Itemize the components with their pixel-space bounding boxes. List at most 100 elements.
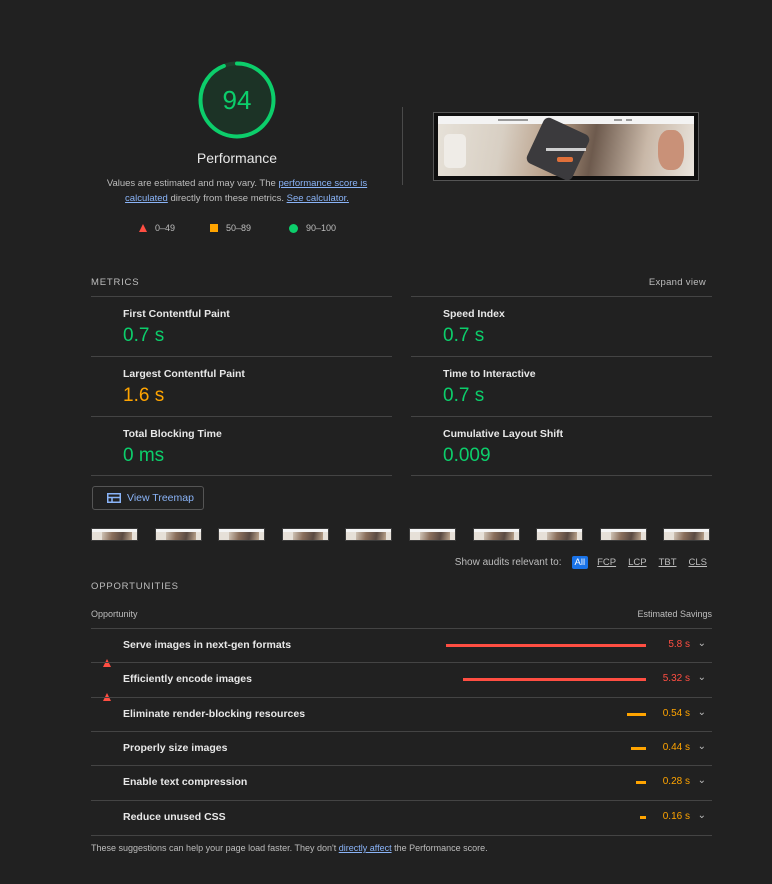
metric-speed-index: Speed Index 0.7 s [411, 296, 712, 356]
filter-chip-all[interactable]: All [571, 556, 589, 569]
performance-title: Performance [196, 150, 278, 166]
metric-largest-contentful-paint: Largest Contentful Paint 1.6 s [91, 356, 392, 416]
filter-chip-fcp[interactable]: FCP [594, 556, 619, 569]
legend-fail: 0–49 [139, 223, 175, 233]
savings-bar [627, 712, 646, 716]
chevron-down-icon[interactable]: ⌄ [698, 707, 706, 718]
filmstrip-frame [409, 528, 456, 541]
metric-cumulative-layout-shift: Cumulative Layout Shift 0.009 [411, 416, 712, 476]
opportunity-indicator [103, 676, 111, 702]
savings-bar [462, 678, 646, 682]
savings-bar [636, 781, 646, 785]
see-calculator-link[interactable]: See calculator. [287, 193, 349, 204]
vertical-divider [402, 107, 403, 185]
metric-value: 0 ms [123, 445, 165, 466]
opportunity-column-header: Opportunity [91, 609, 138, 619]
opportunity-reduce-unused-css[interactable]: Reduce unused CSS 0.16 s ⌄ [91, 799, 712, 836]
filter-chip-cls[interactable]: CLS [686, 556, 710, 569]
opportunity-title: Serve images in next-gen formats [123, 639, 292, 651]
filmstrip-frame [663, 528, 711, 541]
performance-description: Values are estimated and may vary. The p… [97, 176, 377, 206]
opportunity-title: Reduce unused CSS [123, 810, 226, 823]
metric-name: First Contentful Paint [123, 308, 230, 320]
savings-value: 0.28 s [662, 776, 690, 788]
chevron-down-icon[interactable]: ⌄ [698, 638, 706, 649]
filter-label: Show audits relevant to: [454, 557, 562, 568]
thumbnail-hero-image [438, 115, 694, 180]
performance-score: 94 [222, 85, 252, 115]
metric-name: Largest Contentful Paint [123, 368, 245, 380]
footer-note: These suggestions can help your page loa… [91, 843, 488, 853]
filter-chip-lcp[interactable]: LCP [625, 556, 649, 569]
savings-value: 5.8 s [668, 639, 690, 650]
savings-value: 0.44 s [662, 741, 690, 753]
metric-name: Time to Interactive [443, 368, 536, 380]
metric-value: 0.7 s [123, 325, 165, 346]
chevron-down-icon[interactable]: ⌄ [698, 741, 706, 752]
filmstrip-frame [345, 528, 393, 541]
savings-bar [640, 815, 646, 819]
opportunity-serve-images-in-next-gen-formats[interactable]: Serve images in next-gen formats 5.8 s ⌄ [91, 628, 712, 667]
desc-text: directly from these metrics. [167, 193, 287, 204]
metric-value: 0.009 [443, 445, 491, 466]
view-treemap-button[interactable]: View Treemap [92, 486, 204, 510]
metric-total-blocking-time: Total Blocking Time 0 ms [91, 416, 392, 476]
final-screenshot-thumbnail[interactable] [433, 112, 699, 181]
treemap-icon [107, 493, 121, 503]
filmstrip-frame [154, 528, 202, 541]
metric-value: 1.6 s [123, 385, 165, 406]
metric-first-contentful-paint: First Contentful Paint 0.7 s [91, 296, 392, 356]
audit-filter: Show audits relevant to: All FCP LCP TBT… [455, 556, 710, 569]
opportunity-efficiently-encode-images[interactable]: Efficiently encode images 5.32 s ⌄ [91, 662, 712, 702]
legend-range: 0–49 [155, 223, 176, 233]
metric-time-to-interactive: Time to Interactive 0.7 s [411, 356, 712, 416]
expand-view-toggle[interactable]: Expand view [649, 277, 706, 288]
opportunity-title: Enable text compression [123, 776, 248, 789]
desc-text: Values are estimated and may vary. The [106, 178, 279, 189]
metric-name: Total Blocking Time [123, 428, 222, 440]
filmstrip-frame [472, 528, 520, 541]
legend-range: 50–89 [226, 223, 252, 233]
footer-text: These suggestions can help your page loa… [91, 843, 339, 853]
average-square-icon [210, 224, 218, 232]
filmstrip-frame [281, 528, 329, 541]
filmstrip-frame [91, 528, 138, 541]
metric-value: 0.7 s [443, 385, 485, 406]
savings-value: 5.32 s [662, 673, 690, 685]
chevron-down-icon[interactable]: ⌄ [698, 672, 706, 683]
pass-circle-icon [289, 223, 298, 233]
filmstrip [91, 528, 712, 542]
metric-name: Cumulative Layout Shift [443, 428, 564, 440]
savings-value: 0.16 s [662, 810, 690, 822]
footer-text: the Performance score. [391, 843, 488, 853]
metrics-header: METRICS [91, 277, 140, 288]
thumbnail-header [438, 116, 694, 124]
savings-bar [630, 746, 646, 750]
legend-average: 50–89 [210, 223, 251, 233]
opportunity-enable-text-compression[interactable]: Enable text compression 0.28 s ⌄ [91, 765, 712, 800]
opportunity-title: Properly size images [123, 741, 228, 754]
opportunity-indicator [103, 642, 111, 667]
chevron-down-icon[interactable]: ⌄ [698, 810, 706, 821]
metric-name: Speed Index [443, 308, 505, 320]
filmstrip-frame [599, 528, 647, 541]
opportunity-title: Eliminate render-blocking resources [123, 707, 306, 720]
score-legend: 0–49 50–89 90–100 [137, 223, 357, 235]
filmstrip-frame [218, 528, 266, 541]
filter-chip-tbt[interactable]: TBT [656, 556, 680, 569]
chevron-down-icon[interactable]: ⌄ [698, 775, 706, 786]
fail-triangle-icon [139, 224, 147, 232]
metric-value: 0.7 s [443, 325, 485, 346]
view-treemap-label: View Treemap [127, 492, 194, 504]
directly-affect-link[interactable]: directly affect [339, 843, 392, 853]
filmstrip-frame [536, 528, 584, 541]
opportunity-eliminate-render-blocking-resources[interactable]: Eliminate render-blocking resources 0.54 … [91, 696, 712, 732]
legend-range: 90–100 [306, 223, 337, 233]
opportunity-properly-size-images[interactable]: Properly size images 0.44 s ⌄ [91, 730, 712, 766]
savings-column-header: Estimated Savings [637, 609, 712, 619]
opportunities-header: OPPORTUNITIES [91, 581, 179, 592]
opportunity-title: Efficiently encode images [123, 673, 252, 686]
legend-pass: 90–100 [289, 223, 336, 233]
savings-bar [446, 644, 646, 647]
savings-value: 0.54 s [662, 707, 690, 719]
